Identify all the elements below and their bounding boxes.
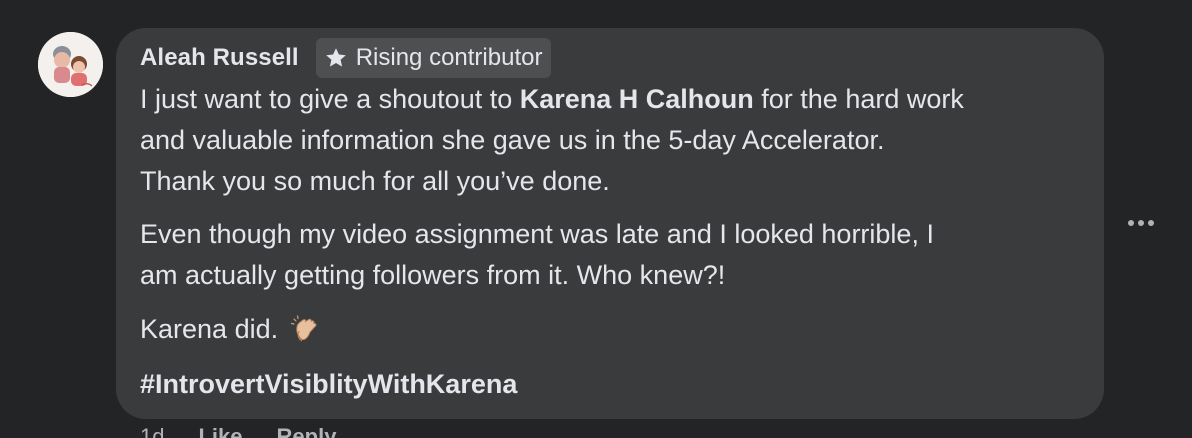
star-icon	[325, 48, 346, 67]
mention-link[interactable]: Karena H Calhoun	[520, 84, 754, 114]
more-options-button[interactable]	[1120, 208, 1162, 238]
paragraph-2-line-2: am actually getting followers from it. W…	[140, 260, 726, 290]
paragraph-1-line-3: Thank you so much for all you’ve done.	[140, 166, 610, 196]
comment-thread: Aleah Russell Rising contributor I just …	[0, 0, 1192, 438]
paragraph-2-line-1: Even though my video assignment was late…	[140, 219, 934, 249]
avatar-photo	[38, 32, 103, 97]
paragraph-1-line-1-end: for the hard work	[753, 84, 964, 114]
more-options-icon	[1128, 220, 1154, 226]
comment-timestamp[interactable]: 1d	[140, 424, 164, 438]
avatar[interactable]	[38, 32, 103, 97]
comment-paragraph-1: I just want to give a shoutout to Karena…	[140, 79, 964, 202]
paragraph-1-line-2: and valuable information she gave us in …	[140, 125, 885, 155]
rising-contributor-badge[interactable]: Rising contributor	[315, 38, 552, 78]
paragraph-1-line-1: I just want to give a shoutout to Karena…	[140, 79, 964, 120]
comment-actions: 1d Like Reply	[140, 424, 336, 438]
hashtag-link[interactable]: #IntrovertVisiblityWithKarena	[140, 364, 517, 405]
reply-button[interactable]: Reply	[277, 424, 337, 438]
comment-paragraph-3: Karena did.	[140, 309, 322, 350]
paragraph-3-text: Karena did.	[140, 314, 279, 344]
like-button[interactable]: Like	[198, 424, 242, 438]
author-name[interactable]: Aleah Russell	[140, 44, 299, 72]
comment-paragraph-2: Even though my video assignment was late…	[140, 214, 934, 296]
clapping-hands-icon	[291, 314, 317, 341]
comment-header: Aleah Russell Rising contributor	[140, 38, 552, 78]
paragraph-1-line-1-start: I just want to give a shoutout to	[140, 84, 520, 114]
badge-label: Rising contributor	[355, 44, 543, 71]
